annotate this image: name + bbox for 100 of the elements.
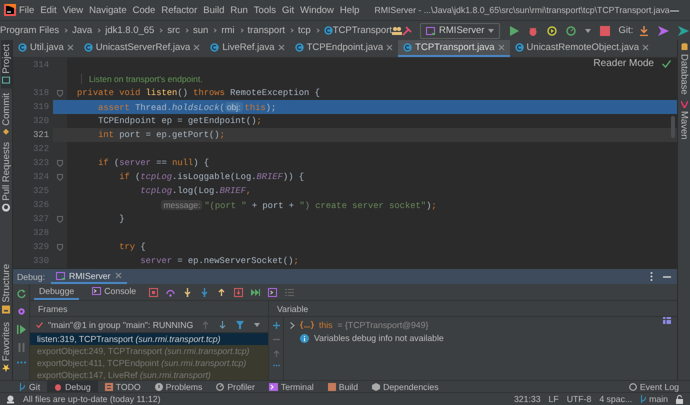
tool-window-button[interactable]: Terminal [262, 381, 321, 392]
fold-marker-icon[interactable] [57, 90, 63, 96]
menu-item[interactable]: Git [278, 4, 298, 16]
close-tab-icon[interactable] [386, 44, 394, 51]
gauge-icon[interactable] [566, 26, 576, 36]
stack-frame[interactable]: listen:319, TCPTransport (sun.rmi.transport.tcp) [30, 333, 268, 345]
more-icon[interactable] [16, 361, 26, 364]
run-configuration-dropdown[interactable]: RMIServer [420, 22, 500, 38]
arrow-down-icon[interactable] [219, 320, 226, 328]
reader-mode-button[interactable]: Reader Mode [593, 58, 654, 69]
editor-tab[interactable]: TCPEndpoint.java [290, 40, 398, 57]
variable-name[interactable]: this [319, 320, 333, 330]
step-over-icon[interactable] [166, 288, 176, 296]
resume-icon[interactable] [16, 325, 26, 334]
close-icon[interactable] [114, 272, 122, 279]
close-tab-icon[interactable] [498, 44, 505, 51]
caret-icon[interactable] [254, 322, 260, 326]
menu-item[interactable]: Code [130, 4, 158, 16]
minus-icon[interactable] [272, 336, 280, 343]
tool-window-tab[interactable]: Commit [0, 92, 12, 126]
drop-frame-icon[interactable] [234, 288, 244, 296]
editor-tab[interactable]: UnicastRemoteObject.java [510, 40, 654, 57]
breadcrumb[interactable]: Program Files [0, 25, 60, 36]
tool-window-button[interactable]: Problems [148, 381, 210, 392]
stop-icon[interactable] [600, 26, 610, 36]
editor-tab[interactable]: TCPTransport.java [398, 40, 510, 57]
breadcrumb[interactable]: Java [72, 25, 92, 36]
menu-item[interactable]: Window [297, 4, 337, 16]
editor-tab[interactable]: Util.java [13, 40, 79, 57]
force-step-into-icon[interactable] [200, 288, 210, 296]
tool-window-button[interactable]: Git [12, 381, 48, 392]
breadcrumb[interactable]: src [167, 25, 180, 36]
file-encoding[interactable]: UTF-8 [566, 394, 592, 404]
run-icon[interactable] [510, 26, 520, 36]
rerun-icon[interactable] [16, 289, 26, 298]
close-tab-icon[interactable] [66, 44, 74, 51]
session-tab[interactable]: RMIServer [51, 269, 127, 284]
gear-icon[interactable] [16, 307, 26, 316]
plus-icon[interactable] [272, 322, 280, 329]
breadcrumb[interactable]: transport [248, 25, 286, 36]
cursor-position[interactable]: 321:33 [514, 394, 541, 404]
more-icon[interactable] [272, 364, 280, 367]
download-arrow-icon[interactable] [639, 26, 650, 36]
tool-window-button[interactable]: Profiler [209, 381, 262, 392]
thread-dropdown[interactable]: "main"@1 in group "main": RUNNING [48, 320, 194, 330]
filter-icon[interactable] [236, 320, 244, 328]
lock-icon[interactable] [676, 394, 684, 404]
editor-tab[interactable]: UnicastServerRef.java [78, 40, 206, 57]
table-icon[interactable] [663, 317, 672, 326]
arrow-up-icon[interactable] [272, 350, 280, 357]
event-log-button[interactable]: Event Log [622, 381, 686, 392]
menu-item[interactable]: View [60, 4, 86, 16]
scrollbar-thumb[interactable] [671, 116, 675, 138]
tool-window-button[interactable]: Debug [47, 381, 98, 392]
tool-window-tab[interactable]: Structure [0, 264, 12, 303]
tool-window-button[interactable]: Build [320, 381, 366, 392]
evaluate-icon[interactable] [268, 288, 278, 296]
fold-marker-icon[interactable] [57, 174, 63, 180]
send-arrow-icon[interactable] [658, 26, 670, 36]
close-tab-icon[interactable] [642, 44, 650, 51]
breadcrumb[interactable]: rmi [221, 25, 235, 36]
tool-window-tab[interactable]: Database [678, 54, 690, 95]
run-to-cursor-icon[interactable] [251, 288, 260, 296]
debugger-tab[interactable]: Debugge [34, 284, 80, 300]
menu-item[interactable]: Run [227, 4, 251, 16]
caret-icon[interactable] [585, 28, 592, 32]
menu-item[interactable]: Tools [250, 4, 279, 16]
breadcrumb[interactable]: TCPTransport [332, 25, 392, 36]
indent-setting[interactable]: 4 spac... [599, 394, 632, 404]
tool-window-tab[interactable]: Favorites [0, 322, 12, 361]
coverage-icon[interactable] [547, 26, 558, 36]
close-tab-icon[interactable] [278, 44, 285, 51]
menu-item[interactable]: Edit [37, 4, 60, 16]
fold-marker-icon[interactable] [57, 216, 63, 222]
menu-item[interactable]: Help [336, 4, 362, 16]
fold-marker-icon[interactable] [57, 160, 63, 166]
git-branch[interactable]: main [649, 394, 668, 404]
pause-icon[interactable] [16, 343, 26, 352]
close-tab-icon[interactable] [193, 44, 200, 51]
arrow-up-icon[interactable] [202, 320, 209, 328]
menu-item[interactable]: Navigate [86, 4, 130, 16]
breadcrumb[interactable]: tcp [298, 25, 311, 36]
line-separator[interactable]: LF [548, 394, 559, 404]
menu-item[interactable]: File [16, 4, 38, 16]
tool-window-tab[interactable]: Pull Requests [0, 142, 12, 201]
bug-icon[interactable] [528, 26, 538, 36]
step-out-icon[interactable] [217, 288, 226, 296]
more-icon[interactable] [650, 272, 653, 281]
users-icon[interactable] [392, 26, 402, 36]
menu-item[interactable]: Refactor [158, 4, 200, 16]
breadcrumb[interactable]: sun [193, 25, 208, 36]
fold-marker-icon[interactable] [57, 244, 63, 250]
tool-window-tab[interactable]: Maven [678, 110, 690, 140]
stop-icon[interactable] [149, 288, 158, 296]
list-icon[interactable] [285, 288, 294, 296]
app-logo-icon[interactable] [4, 4, 16, 16]
breadcrumb[interactable]: jdk1.8.0_65 [105, 25, 154, 36]
send-arrow-icon[interactable] [678, 26, 690, 36]
tool-window-button[interactable]: TODO [98, 381, 148, 392]
debugger-tab[interactable]: Console [87, 284, 142, 300]
